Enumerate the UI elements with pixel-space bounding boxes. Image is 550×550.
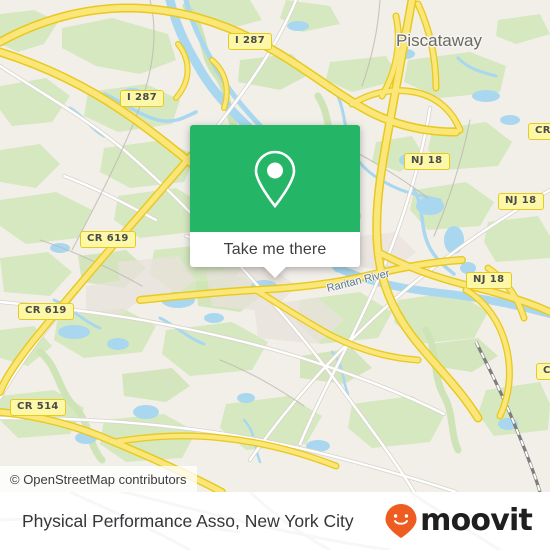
attribution-text: © OpenStreetMap contributors <box>10 471 187 487</box>
footer-bar: Physical Performance Asso, New York City… <box>0 492 550 550</box>
road-shield-i287-north[interactable]: I 287 <box>228 33 273 50</box>
callout-header <box>190 125 360 232</box>
location-callout-card[interactable]: Take me there <box>190 125 360 278</box>
callout-pointer <box>264 267 286 278</box>
road-shield-cr619-upper[interactable]: CR 619 <box>80 231 136 248</box>
road-shield-cr514[interactable]: CR 514 <box>10 399 66 416</box>
road-shield-cr-edge-top[interactable]: CR <box>528 123 550 140</box>
callout-action-label: Take me there <box>223 240 327 258</box>
place-label-piscataway: Piscataway <box>396 31 482 50</box>
moovit-smiley-pin-icon <box>385 504 417 538</box>
road-shield-nj18-south[interactable]: NJ 18 <box>466 272 512 289</box>
map-canvas[interactable]: .land { fill:#f2efe9; } .green { fill:#d… <box>0 0 550 492</box>
road-shield-i287-west[interactable]: I 287 <box>120 90 165 107</box>
location-pin-icon <box>254 150 296 208</box>
map-screenshot: .land { fill:#f2efe9; } .green { fill:#d… <box>0 0 550 550</box>
road-shield-nj18-east[interactable]: NJ 18 <box>498 193 544 210</box>
road-shield-nj18-north[interactable]: NJ 18 <box>404 153 450 170</box>
moovit-wordmark: moovit <box>420 503 533 538</box>
map-attribution[interactable]: © OpenStreetMap contributors <box>0 466 197 492</box>
callout-action-button[interactable]: Take me there <box>190 232 360 278</box>
road-shield-cr619-lower[interactable]: CR 619 <box>18 303 74 320</box>
page-title: Physical Performance Asso, New York City <box>22 510 354 531</box>
moovit-logo[interactable]: moovit <box>384 503 533 539</box>
road-shield-cr-edge-lower[interactable]: CR <box>536 363 550 380</box>
